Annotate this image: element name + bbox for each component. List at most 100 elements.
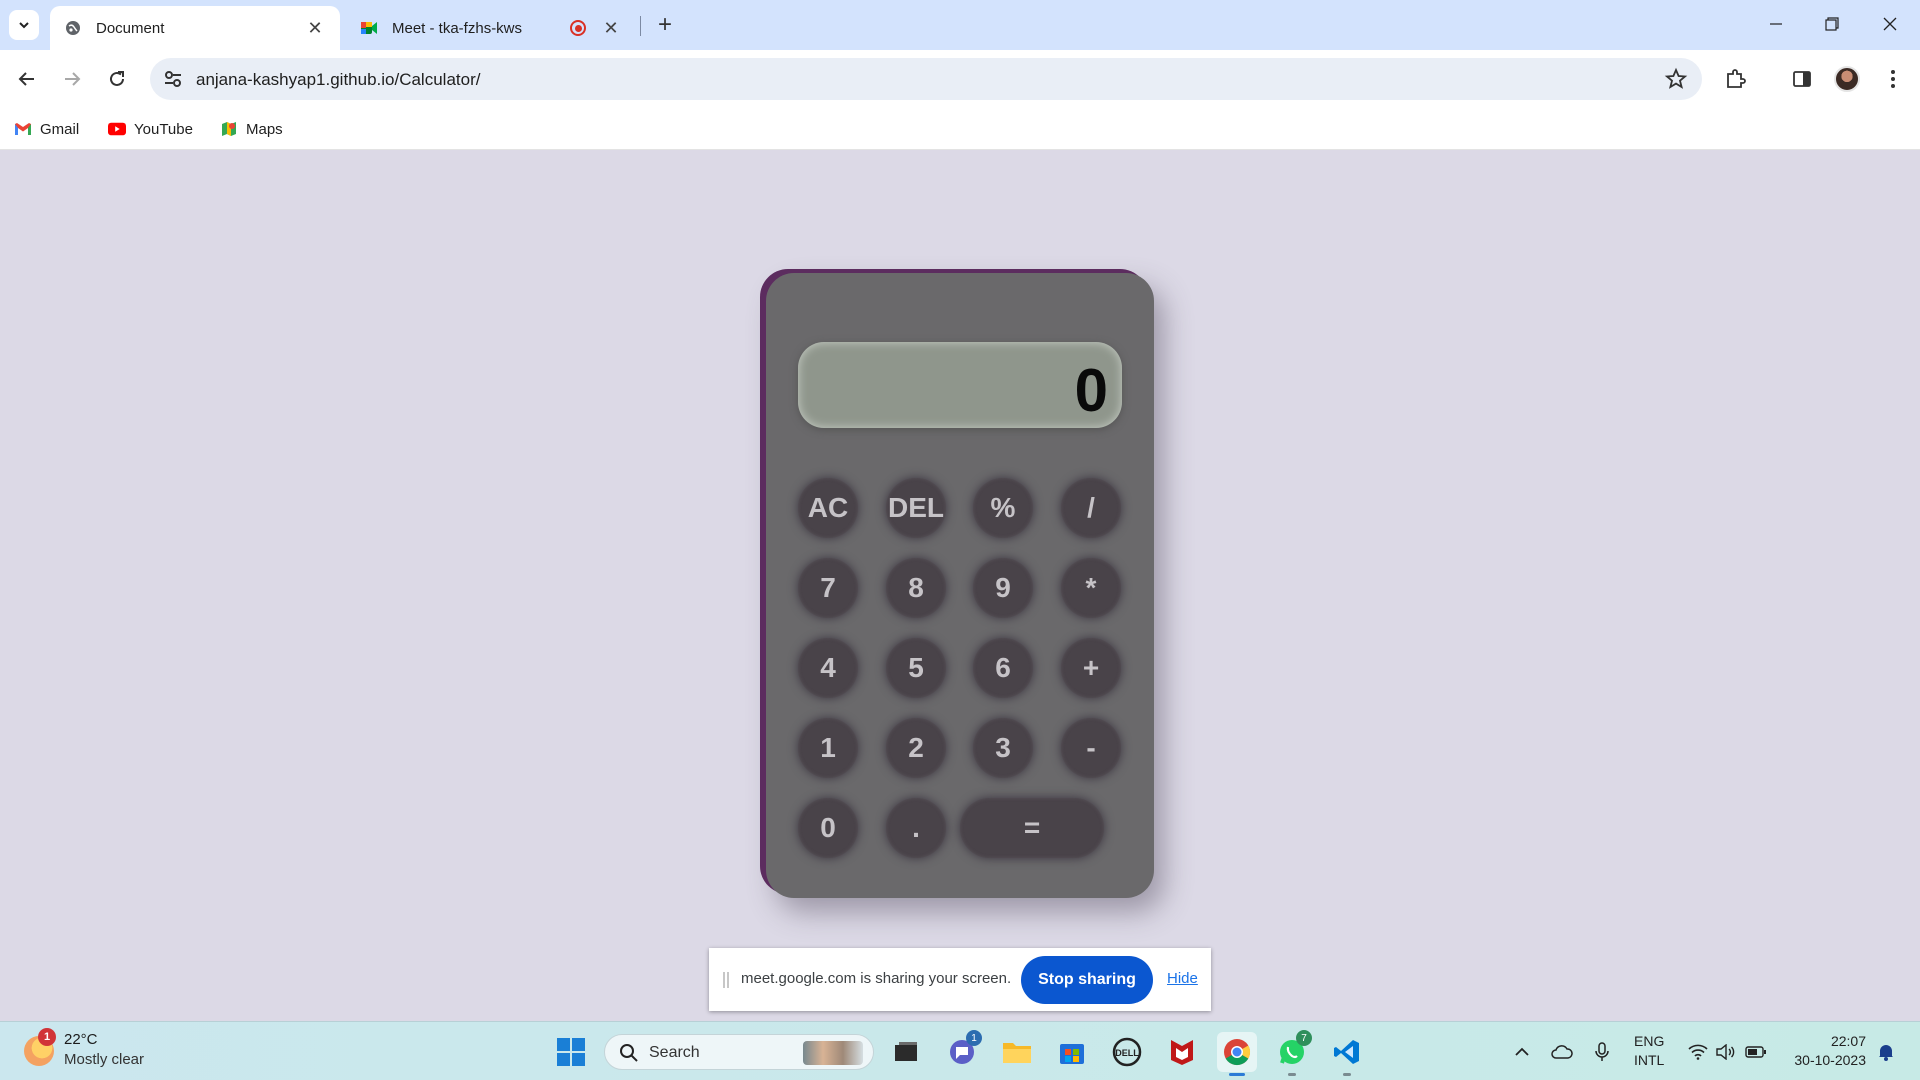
svg-text:DELL: DELL	[1115, 1048, 1139, 1058]
browser-toolbar: anjana-kashyap1.github.io/Calculator/	[0, 50, 1920, 108]
back-button[interactable]	[10, 62, 44, 96]
mcafee-icon	[1171, 1040, 1193, 1065]
key-5[interactable]: 5	[886, 638, 946, 698]
drag-handle[interactable]	[723, 972, 729, 988]
restore-button[interactable]	[1804, 0, 1860, 48]
folder-icon	[1003, 1043, 1031, 1063]
key-equals[interactable]: =	[960, 798, 1104, 858]
key-divide[interactable]: /	[1061, 478, 1121, 538]
taskbar-teams[interactable]: 1	[942, 1030, 982, 1072]
key-6[interactable]: 6	[973, 638, 1033, 698]
side-panel-button[interactable]	[1787, 64, 1817, 94]
store-icon	[1060, 1044, 1084, 1064]
minimize-button[interactable]	[1748, 0, 1804, 48]
key-8[interactable]: 8	[886, 558, 946, 618]
speaker-icon	[1716, 1044, 1735, 1060]
extensions-button[interactable]	[1720, 64, 1750, 94]
key-add[interactable]: +	[1061, 638, 1121, 698]
more-vert-icon	[1891, 70, 1895, 88]
reload-button[interactable]	[100, 62, 134, 96]
site-settings-icon[interactable]	[162, 68, 184, 90]
key-4[interactable]: 4	[798, 638, 858, 698]
battery-icon	[1745, 1046, 1766, 1058]
key-0[interactable]: 0	[798, 798, 858, 858]
keyboard-layout: INTL	[1634, 1052, 1665, 1068]
wifi-icon	[1688, 1044, 1708, 1060]
wifi-button[interactable]	[1684, 1034, 1712, 1070]
bookmark-label: YouTube	[134, 120, 193, 138]
clock[interactable]: 22:07 30-10-2023	[1786, 1032, 1866, 1070]
tab-title: Meet - tka-fzhs-kws	[392, 19, 523, 37]
key-9[interactable]: 9	[973, 558, 1033, 618]
url-text[interactable]: anjana-kashyap1.github.io/Calculator/	[196, 70, 480, 90]
taskbar-dell[interactable]: DELL	[1107, 1032, 1147, 1072]
key-delete[interactable]: DEL	[886, 478, 946, 538]
search-icon	[620, 1044, 638, 1062]
key-3[interactable]: 3	[973, 718, 1033, 778]
tab-search-button[interactable]	[9, 10, 39, 40]
language-indicator[interactable]: ENG INTL	[1634, 1032, 1664, 1070]
bookmark-maps[interactable]: Maps	[220, 116, 283, 142]
notifications-button[interactable]	[1872, 1034, 1900, 1070]
tab-close-icon[interactable]: ✕	[304, 17, 326, 39]
bookmark-star-icon[interactable]	[1664, 67, 1688, 91]
onedrive-button[interactable]	[1548, 1034, 1576, 1070]
language-code: ENG	[1634, 1033, 1665, 1049]
key-2[interactable]: 2	[886, 718, 946, 778]
tab-close-icon[interactable]: ✕	[600, 17, 622, 39]
reload-icon	[110, 71, 124, 86]
whatsapp-badge: 7	[1296, 1030, 1312, 1046]
hide-link[interactable]: Hide	[1167, 970, 1198, 987]
key-percent[interactable]: %	[973, 478, 1033, 538]
puzzle-icon	[1727, 69, 1746, 88]
taskbar-task-view[interactable]	[886, 1032, 926, 1072]
restore-icon	[1825, 17, 1839, 31]
key-1[interactable]: 1	[798, 718, 858, 778]
recording-icon	[570, 20, 586, 36]
running-indicator	[1288, 1073, 1296, 1076]
task-view-icon	[895, 1042, 917, 1061]
calculator: 0 AC DEL % / 7 8 9 * 4 5 6 + 1 2 3 - 0 .…	[766, 273, 1154, 898]
menu-button[interactable]	[1878, 64, 1908, 94]
bookmark-youtube[interactable]: YouTube	[108, 116, 193, 142]
taskbar-store[interactable]	[1052, 1032, 1092, 1072]
address-bar[interactable]: anjana-kashyap1.github.io/Calculator/	[150, 58, 1702, 100]
chevron-down-icon	[19, 22, 29, 29]
key-decimal[interactable]: .	[886, 798, 946, 858]
battery-button[interactable]	[1742, 1034, 1770, 1070]
page-content: 0 AC DEL % / 7 8 9 * 4 5 6 + 1 2 3 - 0 .…	[0, 151, 1920, 1021]
taskbar-file-explorer[interactable]	[997, 1032, 1037, 1072]
tab-strip: Document ✕ Meet - tka-fzhs-kws ✕ +	[0, 0, 1920, 50]
bookmark-gmail[interactable]: Gmail	[14, 116, 79, 142]
start-button[interactable]	[551, 1032, 591, 1072]
taskbar-mcafee[interactable]	[1162, 1032, 1202, 1072]
key-subtract[interactable]: -	[1061, 718, 1121, 778]
show-hidden-icons-button[interactable]	[1508, 1034, 1536, 1070]
maps-icon	[220, 122, 238, 136]
volume-button[interactable]	[1712, 1034, 1740, 1070]
bookmark-label: Gmail	[40, 120, 80, 138]
stop-sharing-button[interactable]: Stop sharing	[1021, 956, 1153, 1004]
vscode-icon	[1334, 1040, 1359, 1064]
display-value: 0	[1074, 357, 1108, 424]
microphone-button[interactable]	[1588, 1034, 1616, 1070]
close-window-button[interactable]	[1862, 0, 1918, 48]
key-all-clear[interactable]: AC	[798, 478, 858, 538]
key-multiply[interactable]: *	[1061, 558, 1121, 618]
taskbar-whatsapp[interactable]: 7	[1272, 1030, 1312, 1076]
taskbar-search[interactable]: Search	[604, 1034, 874, 1070]
taskbar-vscode[interactable]	[1327, 1032, 1367, 1076]
key-7[interactable]: 7	[798, 558, 858, 618]
new-tab-button[interactable]: +	[650, 10, 680, 40]
tab-meet[interactable]: Meet - tka-fzhs-kws ✕	[346, 6, 636, 50]
microphone-icon	[1595, 1042, 1609, 1061]
bookmarks-bar: Gmail YouTube Maps	[0, 108, 1920, 150]
forward-button[interactable]	[55, 62, 89, 96]
arrow-right-icon	[65, 72, 81, 86]
tab-document[interactable]: Document ✕	[50, 6, 340, 50]
profile-avatar[interactable]	[1834, 66, 1860, 92]
chevron-up-icon	[1515, 1047, 1529, 1056]
minimize-icon	[1770, 23, 1782, 25]
weather-badge: 1	[38, 1028, 56, 1046]
taskbar-chrome[interactable]	[1217, 1032, 1257, 1076]
